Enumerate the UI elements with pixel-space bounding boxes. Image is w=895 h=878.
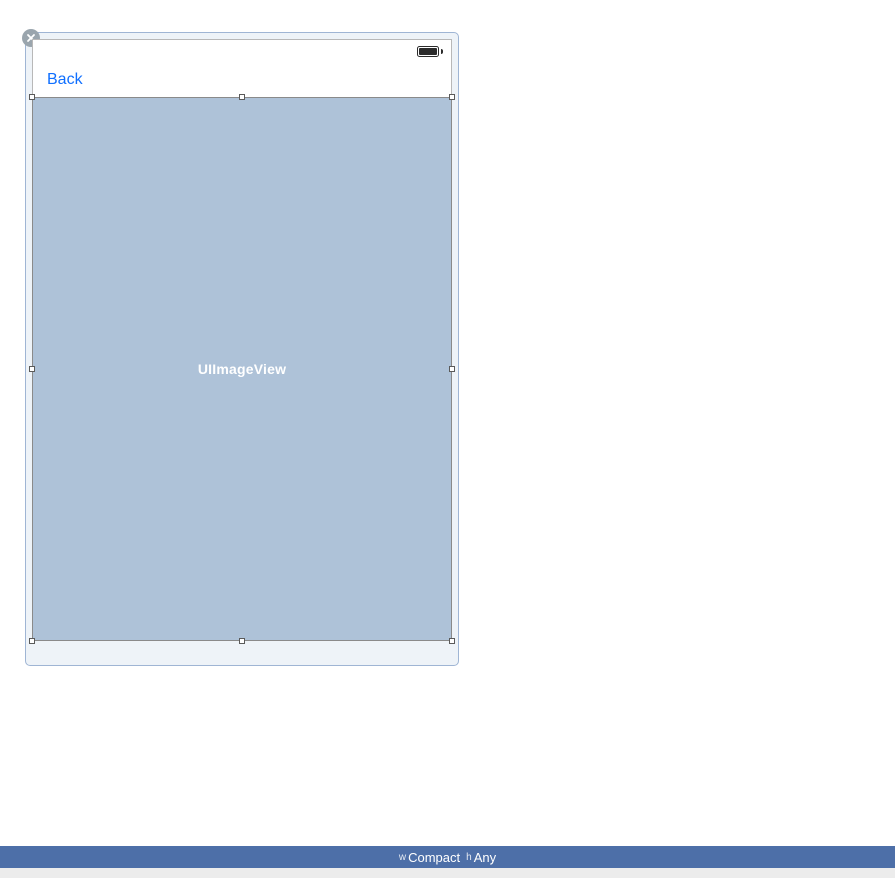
size-class-selector[interactable]: w Compact h Any xyxy=(0,846,895,868)
uiimageview[interactable]: UIImageView xyxy=(32,97,452,641)
navigation-bar: Back xyxy=(32,39,452,97)
resize-handle-bottom-right[interactable] xyxy=(449,638,455,644)
view-controller-scene[interactable]: Back UIImageView xyxy=(25,32,459,666)
resize-handle-top-left[interactable] xyxy=(29,94,35,100)
resize-handle-top-right[interactable] xyxy=(449,94,455,100)
resize-handle-middle-left[interactable] xyxy=(29,366,35,372)
back-button[interactable]: Back xyxy=(47,71,83,89)
editor-bottom-strip xyxy=(0,868,895,878)
resize-handle-bottom-center[interactable] xyxy=(239,638,245,644)
width-prefix-label: w xyxy=(399,852,406,863)
battery-icon xyxy=(417,46,443,58)
resize-handle-middle-right[interactable] xyxy=(449,366,455,372)
resize-handle-bottom-left[interactable] xyxy=(29,638,35,644)
imageview-placeholder-label: UIImageView xyxy=(198,361,286,377)
height-value-label: Any xyxy=(474,850,496,865)
resize-handle-top-center[interactable] xyxy=(239,94,245,100)
width-value-label: Compact xyxy=(408,850,460,865)
height-prefix-label: h xyxy=(466,852,472,863)
